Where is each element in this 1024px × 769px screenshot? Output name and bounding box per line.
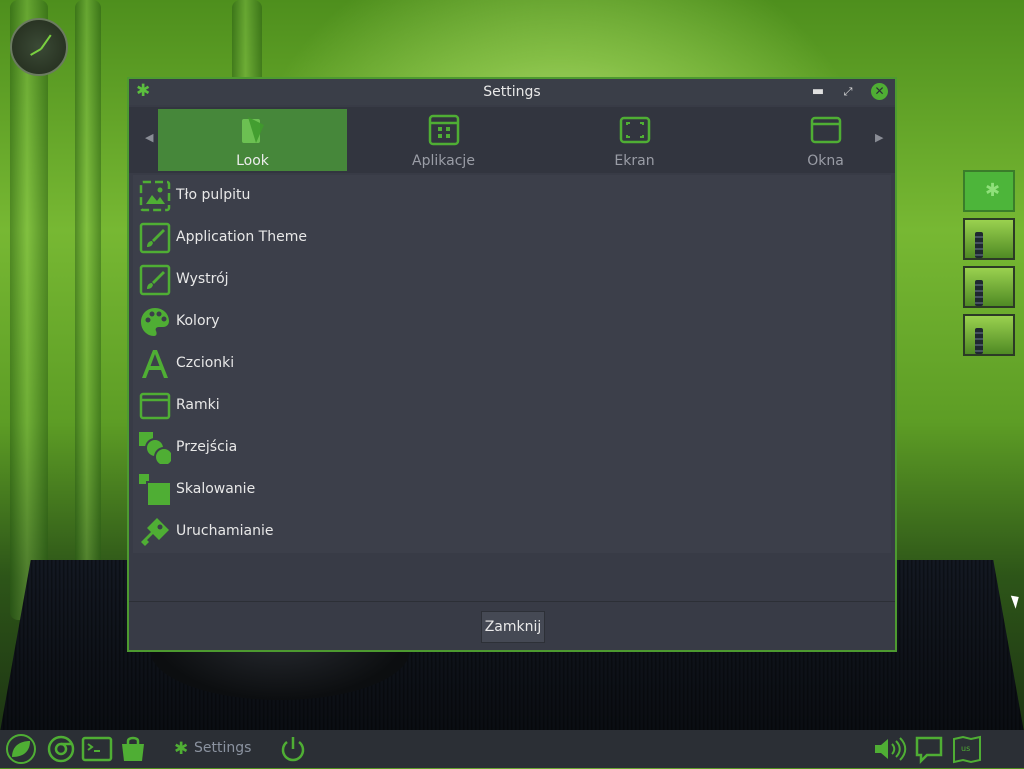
notifications-icon[interactable] (914, 734, 944, 764)
theme-brush-icon (139, 222, 171, 254)
palette-icon (141, 308, 169, 336)
item-label: Application Theme (176, 229, 307, 245)
tab-aplikacje[interactable]: Aplikacje (349, 109, 538, 171)
tab-look[interactable]: Look (158, 109, 347, 171)
brush-icon (139, 264, 171, 296)
shopping-bag-icon[interactable] (118, 734, 148, 764)
tab-label: Okna (807, 153, 844, 169)
desktop-pager-4[interactable] (963, 314, 1015, 356)
tab-okna[interactable]: Okna (731, 109, 920, 171)
desktop-pager-2[interactable] (963, 218, 1015, 260)
item-label: Tło pulpitu (176, 187, 251, 203)
list-item-uruchamianie[interactable]: Uruchamianie (133, 511, 891, 553)
list-item-tlo-pulpitu[interactable]: Tło pulpitu (133, 175, 891, 217)
item-label: Przejścia (176, 439, 238, 455)
scale-icon (139, 474, 171, 506)
settings-task-icon: ✱ (174, 739, 189, 759)
list-item-ramki[interactable]: Ramki (133, 385, 891, 427)
screen-icon (619, 116, 651, 144)
item-label: Skalowanie (176, 481, 256, 497)
tab-ekran[interactable]: Ekran (540, 109, 729, 171)
window-icon (810, 116, 842, 144)
list-item-czcionki[interactable]: Czcionki (133, 343, 891, 385)
item-label: Uruchamianie (176, 523, 274, 539)
close-button[interactable]: ✕ (871, 83, 888, 100)
power-icon[interactable] (278, 734, 308, 764)
terminal-icon[interactable] (81, 734, 113, 764)
item-label: Wystrój (176, 271, 229, 287)
transitions-icon (139, 432, 171, 464)
mouse-cursor-icon (1010, 593, 1023, 609)
maximize-button[interactable]: ⤢ (839, 83, 857, 101)
font-icon (142, 350, 168, 378)
tab-label: Look (236, 153, 269, 169)
item-label: Ramki (176, 397, 220, 413)
taskbar-settings-label[interactable]: Settings (194, 740, 251, 756)
category-tabs: ◀ Look Aplikacje Ekran Okna ▶ (129, 107, 895, 173)
volume-icon[interactable] (872, 734, 908, 764)
item-label: Czcionki (176, 355, 235, 371)
minimize-button[interactable]: ▬ (809, 83, 827, 101)
settings-window-thumbnail-icon: ✱ (985, 180, 1001, 201)
background-bamboo (75, 0, 101, 620)
browser-icon[interactable] (46, 734, 76, 764)
background-bamboo (10, 0, 48, 620)
list-item-application-theme[interactable]: Application Theme (133, 217, 891, 259)
frame-icon (139, 392, 171, 420)
start-menu-leaf-icon[interactable] (3, 734, 39, 764)
settings-list: Tło pulpitu Application Theme Wystrój Ko… (133, 175, 891, 553)
desktop-pager-3[interactable] (963, 266, 1015, 308)
wallpaper-icon (139, 180, 171, 212)
launch-icon (141, 518, 169, 546)
footer-divider (129, 601, 895, 602)
apps-grid-icon (428, 114, 460, 146)
tabs-right-arrow-icon[interactable]: ▶ (875, 131, 883, 144)
window-title: Settings (483, 84, 541, 100)
list-item-skalowanie[interactable]: Skalowanie (133, 469, 891, 511)
keyboard-layout-label: us (961, 744, 971, 753)
desktop-clock (10, 18, 68, 76)
item-label: Kolory (176, 313, 220, 329)
titlebar[interactable]: ✱ Settings ▬ ⤢ ✕ (129, 79, 895, 105)
list-item-kolory[interactable]: Kolory (133, 301, 891, 343)
list-item-wystroj[interactable]: Wystrój (133, 259, 891, 301)
settings-icon: ✱ (136, 81, 151, 101)
list-item-przejscia[interactable]: Przejścia (133, 427, 891, 469)
tab-label: Ekran (614, 153, 655, 169)
close-dialog-button[interactable]: Zamknij (481, 611, 545, 643)
look-icon (242, 117, 264, 143)
taskbar: ✱ Settings us (0, 730, 1024, 768)
tabs-left-arrow-icon[interactable]: ◀ (145, 131, 153, 144)
settings-window: ✱ Settings ▬ ⤢ ✕ ◀ Look Aplikacje Ekran … (127, 77, 897, 652)
desktop-pager-1[interactable]: ✱ (963, 170, 1015, 212)
tab-label: Aplikacje (412, 153, 475, 169)
